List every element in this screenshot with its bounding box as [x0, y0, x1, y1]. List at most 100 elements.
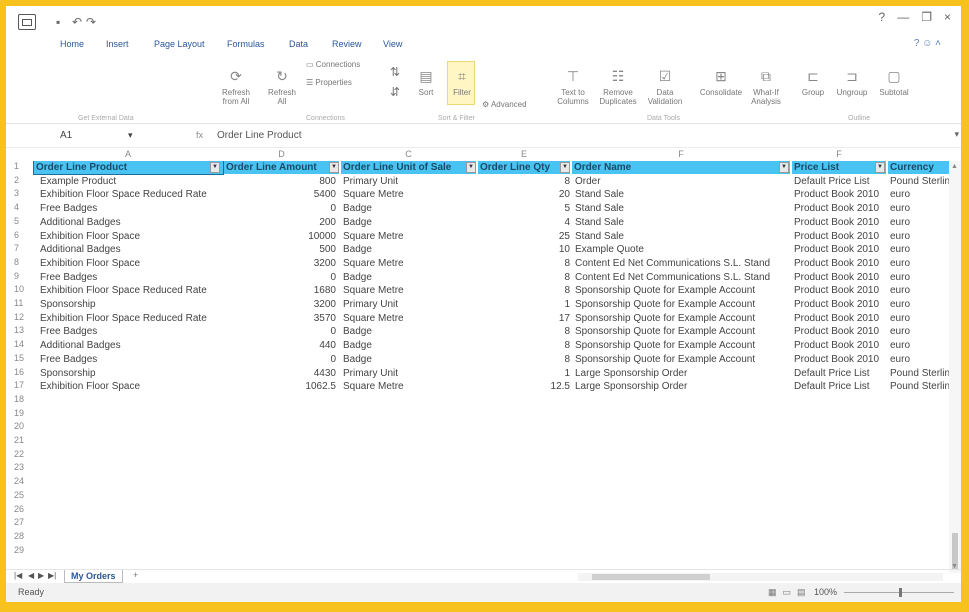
cell-qty[interactable]: 8	[478, 271, 572, 284]
row-number[interactable]: 6	[14, 230, 30, 240]
row-number[interactable]: 27	[14, 517, 30, 527]
cell-qty[interactable]: 4	[478, 216, 572, 229]
cell-currency[interactable]: euro	[890, 353, 949, 366]
cell-order-name[interactable]: Stand Sale	[575, 216, 789, 229]
cell-price-list[interactable]: Product Book 2010	[794, 216, 886, 229]
cell-product[interactable]: Exhibition Floor Space	[40, 380, 222, 393]
undo-icon[interactable]: ↶	[72, 15, 82, 29]
sort-button[interactable]: ▤ Sort	[411, 68, 441, 97]
tab-formulas[interactable]: Formulas	[227, 39, 265, 49]
cell-unit[interactable]: Badge	[343, 271, 475, 284]
cell-unit[interactable]: Square Metre	[343, 284, 475, 297]
cell-product[interactable]: Additional Badges	[40, 216, 222, 229]
cell-unit[interactable]: Badge	[343, 339, 475, 352]
row-number[interactable]: 19	[14, 408, 30, 418]
row-number[interactable]: 9	[14, 271, 30, 281]
cell-product[interactable]: Exhibition Floor Space Reduced Rate	[40, 188, 222, 201]
header-cell-price-list[interactable]: Price List	[792, 161, 886, 174]
row-number[interactable]: 23	[14, 462, 30, 472]
formula-input[interactable]: Order Line Product	[217, 130, 302, 141]
cell-order-name[interactable]: Stand Sale	[575, 230, 789, 243]
cell-qty[interactable]: 12.5	[478, 380, 572, 393]
zoom-slider-knob[interactable]	[899, 588, 902, 597]
refresh-all-button[interactable]: ↻ Refresh All	[263, 68, 301, 106]
cell-amount[interactable]: 1062.5	[226, 380, 338, 393]
row-number[interactable]: 14	[14, 339, 30, 349]
filter-dropdown-icon[interactable]: ▼	[466, 162, 476, 173]
filter-dropdown-icon[interactable]: ▼	[329, 162, 339, 173]
cell-amount[interactable]: 0	[226, 271, 338, 284]
row-number[interactable]: 2	[14, 175, 30, 185]
cell-qty[interactable]: 8	[478, 257, 572, 270]
cell-qty[interactable]: 8	[478, 339, 572, 352]
last-sheet-icon[interactable]: ▶|	[48, 571, 56, 580]
cell-qty[interactable]: 1	[478, 298, 572, 311]
row-number[interactable]: 3	[14, 188, 30, 198]
row-number[interactable]: 24	[14, 476, 30, 486]
help-icon[interactable]: ?	[879, 10, 886, 24]
cell-qty[interactable]: 8	[478, 325, 572, 338]
cell-order-name[interactable]: Content Ed Net Communications S.L. Stand	[575, 257, 789, 270]
prev-sheet-icon[interactable]: ◀	[28, 571, 34, 580]
row-number[interactable]: 7	[14, 243, 30, 253]
row-number[interactable]: 5	[14, 216, 30, 226]
header-cell-currency[interactable]: Currency	[888, 161, 949, 174]
cell-price-list[interactable]: Product Book 2010	[794, 188, 886, 201]
cell-product[interactable]: Sponsorship	[40, 298, 222, 311]
cell-product[interactable]: Sponsorship	[40, 367, 222, 380]
cell-price-list[interactable]: Product Book 2010	[794, 230, 886, 243]
header-cell-product[interactable]: Order Line Product	[33, 161, 224, 175]
filter-dropdown-icon[interactable]: ▼	[560, 162, 570, 173]
cell-currency[interactable]: Pound Sterling	[890, 175, 949, 188]
cell-qty[interactable]: 20	[478, 188, 572, 201]
cell-order-name[interactable]: Sponsorship Quote for Example Account	[575, 339, 789, 352]
select-all-corner[interactable]	[6, 148, 32, 162]
column-header-a[interactable]: A	[33, 149, 223, 159]
cell-currency[interactable]: euro	[890, 312, 949, 325]
cell-product[interactable]: Additional Badges	[40, 339, 222, 352]
cell-price-list[interactable]: Product Book 2010	[794, 312, 886, 325]
cell-order-name[interactable]: Order	[575, 175, 789, 188]
zoom-level[interactable]: 100%	[814, 587, 837, 597]
cell-unit[interactable]: Badge	[343, 202, 475, 215]
cell-amount[interactable]: 5400	[226, 188, 338, 201]
refresh-from-all-button[interactable]: ⟳ Refresh from All	[214, 68, 258, 106]
cell-currency[interactable]: euro	[890, 257, 949, 270]
insert-function-icon[interactable]: fx	[196, 130, 203, 140]
cell-order-name[interactable]: Large Sponsorship Order	[575, 367, 789, 380]
subtotal-button[interactable]: ▢ Subtotal	[874, 68, 914, 97]
row-number[interactable]: 25	[14, 490, 30, 500]
cell-qty[interactable]: 5	[478, 202, 572, 215]
advanced-button[interactable]: ⚙ Advanced	[482, 100, 527, 109]
cell-order-name[interactable]: Content Ed Net Communications S.L. Stand	[575, 271, 789, 284]
cell-product[interactable]: Example Product	[40, 175, 222, 188]
row-number[interactable]: 1	[14, 161, 30, 171]
cell-currency[interactable]: euro	[890, 243, 949, 256]
cell-amount[interactable]: 200	[226, 216, 338, 229]
cell-unit[interactable]: Primary Unit	[343, 367, 475, 380]
row-number[interactable]: 22	[14, 449, 30, 459]
cell-order-name[interactable]: Sponsorship Quote for Example Account	[575, 353, 789, 366]
tab-home[interactable]: Home	[60, 39, 84, 49]
cell-order-name[interactable]: Stand Sale	[575, 188, 789, 201]
cell-qty[interactable]: 1	[478, 367, 572, 380]
cell-currency[interactable]: euro	[890, 271, 949, 284]
cell-unit[interactable]: Square Metre	[343, 312, 475, 325]
cell-amount[interactable]: 0	[226, 325, 338, 338]
filter-dropdown-icon[interactable]: ▼	[779, 162, 789, 173]
cell-order-name[interactable]: Large Sponsorship Order	[575, 380, 789, 393]
cell-amount[interactable]: 500	[226, 243, 338, 256]
cell-order-name[interactable]: Sponsorship Quote for Example Account	[575, 284, 789, 297]
tab-view[interactable]: View	[383, 39, 402, 49]
header-cell-unit[interactable]: Order Line Unit of Sale	[341, 161, 476, 174]
cell-amount[interactable]: 3200	[226, 257, 338, 270]
cell-amount[interactable]: 0	[226, 353, 338, 366]
what-if-analysis-button[interactable]: ⧉ What-If Analysis	[748, 68, 784, 106]
name-box-dropdown-icon[interactable]: ▾	[128, 130, 133, 141]
cell-unit[interactable]: Primary Unit	[343, 175, 475, 188]
cell-product[interactable]: Free Badges	[40, 202, 222, 215]
cell-price-list[interactable]: Product Book 2010	[794, 339, 886, 352]
cell-unit[interactable]: Badge	[343, 216, 475, 229]
cell-price-list[interactable]: Default Price List	[794, 380, 886, 393]
cell-currency[interactable]: euro	[890, 216, 949, 229]
